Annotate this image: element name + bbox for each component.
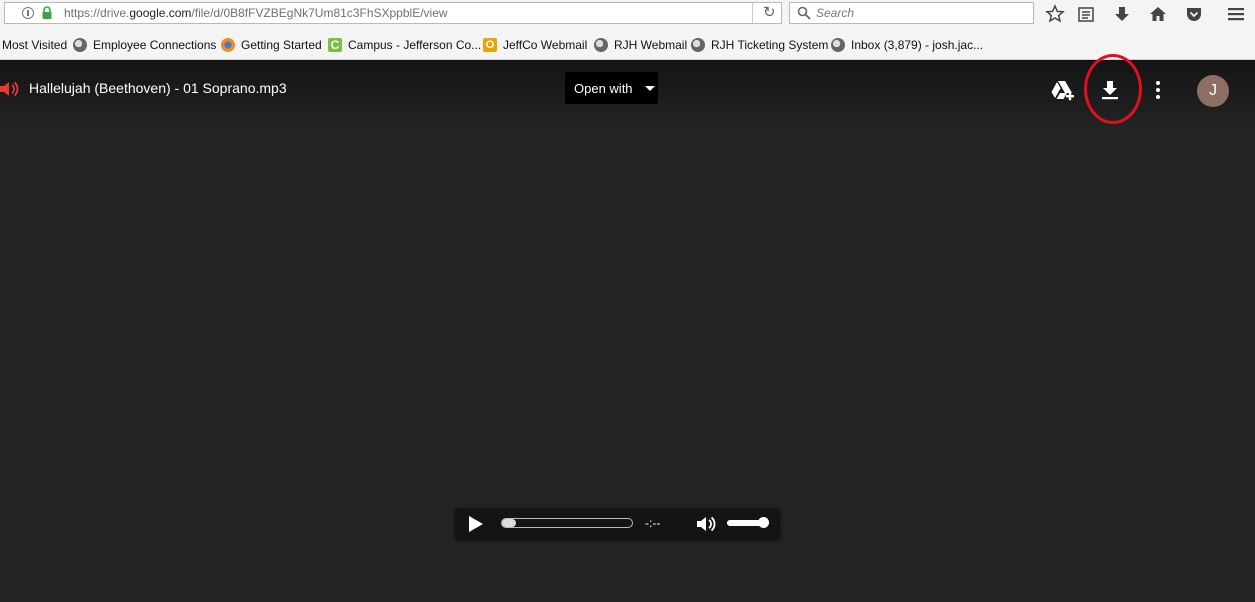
- volume-handle[interactable]: [758, 517, 769, 528]
- menu-icon[interactable]: [1226, 4, 1246, 24]
- progress-fill: [502, 519, 516, 527]
- volume-icon[interactable]: [697, 515, 719, 533]
- progress-bar[interactable]: [501, 518, 633, 528]
- globe-icon: [691, 37, 705, 52]
- url-text[interactable]: https://drive.google.com/file/d/0B8fFVZB…: [64, 6, 448, 20]
- viewer-topbar: Hallelujah (Beethoven) - 01 Soprano.mp3 …: [0, 54, 1255, 128]
- bookmark-campus[interactable]: C Campus - Jefferson Co...: [328, 36, 481, 53]
- time-label: -:--: [645, 516, 661, 530]
- avatar[interactable]: J: [1197, 75, 1229, 107]
- avatar-initial: J: [1209, 82, 1217, 99]
- drive-viewer: Hallelujah (Beethoven) - 01 Soprano.mp3 …: [0, 54, 1255, 602]
- annotation-circle: [1084, 54, 1142, 124]
- campus-icon: C: [328, 37, 342, 52]
- downloads-icon[interactable]: [1112, 4, 1132, 24]
- caret-down-icon: [644, 85, 655, 91]
- volume-slider[interactable]: [727, 517, 769, 528]
- play-icon[interactable]: [469, 516, 483, 532]
- outlook-icon: O: [483, 37, 497, 52]
- globe-icon: [73, 37, 87, 52]
- audio-player: -:--: [455, 508, 780, 540]
- bookmark-employee-connections[interactable]: Employee Connections: [73, 36, 216, 53]
- home-icon[interactable]: [1148, 4, 1168, 24]
- bookmark-label: JeffCo Webmail: [503, 37, 588, 52]
- url-bar[interactable]: https://drive.google.com/file/d/0B8fFVZB…: [4, 2, 782, 24]
- bookmark-rjh-ticketing[interactable]: RJH Ticketing System: [691, 36, 828, 53]
- browser-navbar: https://drive.google.com/file/d/0B8fFVZB…: [0, 0, 1255, 29]
- reload-icon[interactable]: ↻: [763, 5, 779, 21]
- bookmark-getting-started[interactable]: Getting Started: [221, 36, 322, 53]
- bookmark-inbox[interactable]: Inbox (3,879) - josh.jac...: [831, 36, 983, 53]
- bookmark-label: Most Visited: [2, 37, 68, 52]
- firefox-icon: [221, 37, 235, 52]
- bookmark-rjh-webmail[interactable]: RJH Webmail: [594, 36, 687, 53]
- bookmark-label: Employee Connections: [93, 37, 217, 52]
- reader-icon[interactable]: [1076, 4, 1096, 24]
- file-title: Hallelujah (Beethoven) - 01 Soprano.mp3: [29, 80, 287, 96]
- open-with-button[interactable]: Open with: [565, 72, 658, 104]
- bookmark-label: RJH Webmail: [614, 37, 688, 52]
- pocket-icon[interactable]: [1184, 4, 1204, 24]
- audio-file-icon: [0, 81, 19, 97]
- bookmark-jeffco-webmail[interactable]: O JeffCo Webmail: [483, 36, 587, 53]
- add-to-drive-icon[interactable]: [1050, 78, 1074, 102]
- bookmark-most-visited[interactable]: Most Visited: [2, 36, 67, 53]
- info-icon[interactable]: [22, 7, 34, 19]
- search-placeholder: Search: [816, 6, 855, 20]
- star-icon[interactable]: [1045, 4, 1065, 24]
- bookmark-label: Campus - Jefferson Co...: [348, 37, 482, 52]
- more-options-icon[interactable]: [1146, 78, 1170, 102]
- bookmark-label: Inbox (3,879) - josh.jac...: [851, 37, 984, 52]
- open-with-label: Open with: [574, 80, 633, 96]
- bookmark-label: Getting Started: [241, 37, 322, 52]
- lock-icon[interactable]: [41, 6, 53, 20]
- bookmarks-bar: Most Visited Employee Connections Gettin…: [0, 29, 1255, 60]
- url-divider: [752, 3, 753, 23]
- bookmark-label: RJH Ticketing System: [711, 37, 829, 52]
- globe-icon: [831, 37, 845, 52]
- search-icon: [797, 6, 811, 20]
- globe-icon: [594, 37, 608, 52]
- search-bar[interactable]: Search: [789, 2, 1034, 24]
